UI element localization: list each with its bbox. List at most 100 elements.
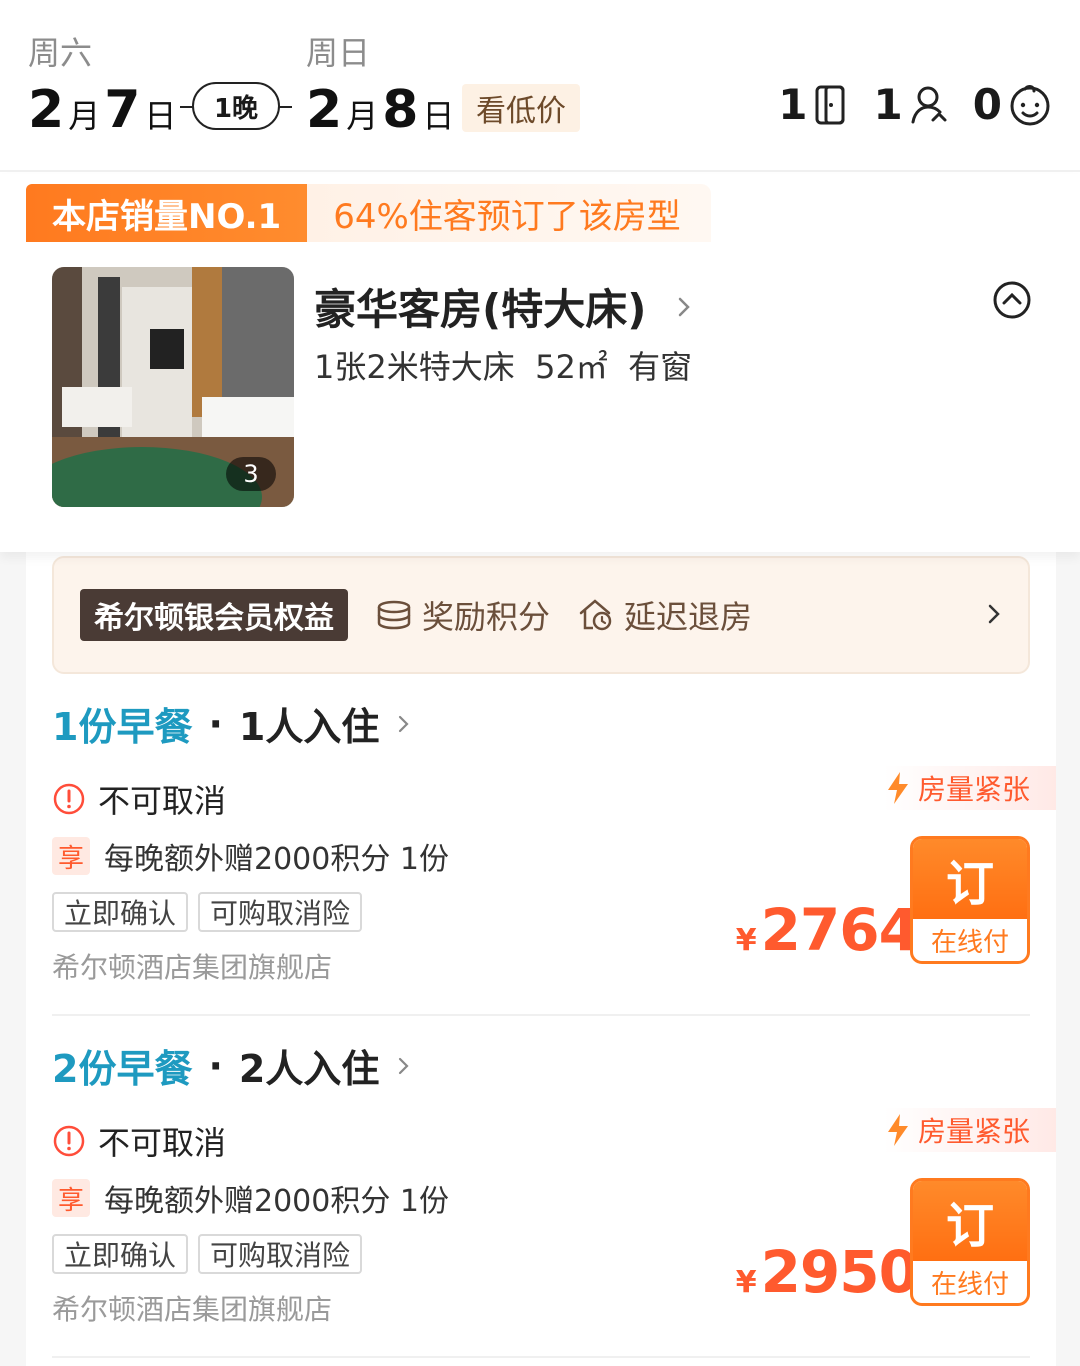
checkin-day: 7: [104, 80, 141, 140]
low-price-button[interactable]: 看低价: [462, 84, 580, 132]
person-icon: [909, 84, 949, 126]
sales-badge: 本店销量NO.1: [26, 184, 308, 242]
separator-dot: ·: [208, 701, 223, 746]
perk-reward-points: 奖励积分: [376, 592, 550, 638]
scarcity-text: 房量紧张: [917, 773, 1030, 806]
room-title: 豪华客房(特大床): [314, 285, 647, 334]
plan-guests: 2人入住: [238, 1047, 380, 1091]
bonus-points: 享 每晚额外赠2000积分 1份: [52, 834, 449, 878]
checkout-day-unit: 日: [422, 97, 455, 135]
checkout-month-unit: 月: [346, 97, 379, 135]
enjoy-tag: 享: [52, 1179, 90, 1217]
enjoy-text: 每晚额外赠2000积分 1份: [104, 1184, 449, 1219]
area-spec: 52㎡: [535, 348, 608, 386]
book-button[interactable]: 订 在线付: [910, 1178, 1030, 1306]
cancel-policy[interactable]: 不可取消: [52, 1118, 226, 1164]
rate-plans-area: 希尔顿银会员权益 奖励积分 延迟退房 1份早餐 · 1人入住 不可取消 享 每晚…: [0, 552, 1080, 1366]
bed-spec: 1张2米特大床: [314, 348, 515, 386]
cancel-text: 不可取消: [98, 782, 227, 820]
checkin-month: 2: [28, 80, 65, 140]
home-clock-icon: [579, 599, 612, 631]
price-amount: 2950: [760, 1238, 919, 1306]
vendor-name: 希尔顿酒店集团旗舰店: [52, 951, 333, 984]
nights-pill: 1晚: [192, 82, 280, 130]
room-photo[interactable]: 3: [52, 267, 294, 507]
checkout-weekday: 周日: [306, 34, 371, 72]
perk1-label: 奖励积分: [422, 598, 551, 636]
checkin-weekday: 周六: [28, 34, 93, 72]
book-label: 订: [913, 839, 1027, 919]
bonus-points: 享 每晚额外赠2000积分 1份: [52, 1176, 449, 1220]
pay-online-label: 在线付: [930, 1269, 1009, 1300]
date-header[interactable]: 周六 周日 2 月 7 日 1晚 2 月 8 日 看低价 1 1 0: [0, 0, 1080, 172]
member-tier-tag: 希尔顿银会员权益: [80, 589, 348, 641]
child-face-icon: [1008, 83, 1052, 127]
chevron-right-icon: [986, 602, 1002, 630]
alert-circle-icon: [53, 1125, 85, 1157]
separator-dot: ·: [208, 1043, 223, 1088]
lightning-icon: [887, 772, 908, 804]
nights-indicator: 1晚: [180, 82, 292, 132]
room-card[interactable]: 本店销量NO.1 64%住客预订了该房型 3 豪华客房(特大床) 1张2米特大床…: [0, 174, 1080, 552]
tag-cancel-insurance: 可购取消险: [198, 892, 363, 932]
coins-icon: [377, 600, 411, 630]
rooms-count: 1: [778, 80, 808, 129]
plan-meal: 2份早餐: [52, 1047, 193, 1091]
nights-line-right: [278, 106, 292, 108]
rate-plans-panel: 希尔顿银会员权益 奖励积分 延迟退房 1份早餐 · 1人入住 不可取消 享 每晚…: [26, 552, 1056, 1366]
chevron-right-icon: [676, 295, 692, 319]
room-badges: 本店销量NO.1 64%住客预订了该房型: [26, 184, 712, 242]
window-spec: 有窗: [628, 348, 693, 386]
booked-share-badge: 64%住客预订了该房型: [307, 184, 712, 242]
rate-plan-2[interactable]: 2份早餐 · 2人入住 不可取消 享 每晚额外赠2000积分 1份 立即确认 可…: [26, 1018, 1056, 1358]
lightning-icon: [887, 1114, 908, 1146]
plan-title[interactable]: 2份早餐 · 2人入住: [52, 1038, 411, 1093]
perk2-label: 延迟退房: [624, 598, 753, 636]
book-label: 订: [913, 1181, 1027, 1261]
member-benefits-bar[interactable]: 希尔顿银会员权益 奖励积分 延迟退房: [52, 556, 1030, 674]
tag-instant-confirm: 立即确认: [52, 892, 189, 932]
plan-title[interactable]: 1份早餐 · 1人入住: [52, 696, 411, 751]
room-specs: 1张2米特大床 52㎡ 有窗: [314, 342, 692, 388]
price: ¥ 2764: [735, 896, 919, 964]
plan-tags: 立即确认 可购取消险: [52, 892, 372, 932]
perk-late-checkout: 延迟退房: [578, 592, 752, 638]
pay-online-label: 在线付: [930, 927, 1009, 958]
checkin-day-unit: 日: [144, 97, 177, 135]
chevron-up-circle-icon[interactable]: [992, 280, 1032, 324]
checkout-month: 2: [306, 80, 343, 140]
plan-tags: 立即确认 可购取消险: [52, 1234, 372, 1274]
alert-circle-icon: [53, 783, 85, 815]
checkout-day: 8: [382, 80, 419, 140]
children-count: 0: [972, 80, 1002, 129]
plan-guests: 1人入住: [238, 705, 380, 749]
scarcity-badge: 房量紧张: [884, 1108, 1056, 1152]
divider: [52, 1014, 1030, 1016]
scarcity-text: 房量紧张: [917, 1115, 1030, 1148]
rate-plan-1[interactable]: 1份早餐 · 1人入住 不可取消 享 每晚额外赠2000积分 1份 立即确认 可…: [26, 676, 1056, 1016]
divider: [52, 1356, 1030, 1358]
plan-meal: 1份早餐: [52, 705, 193, 749]
room-title-link[interactable]: 豪华客房(特大床): [314, 276, 692, 337]
checkout-date[interactable]: 2 月 8 日: [306, 80, 458, 140]
price-amount: 2764: [760, 896, 919, 964]
cancel-policy[interactable]: 不可取消: [52, 776, 226, 822]
vendor-name: 希尔顿酒店集团旗舰店: [52, 1293, 333, 1326]
book-button[interactable]: 订 在线付: [910, 836, 1030, 964]
cancel-text: 不可取消: [98, 1124, 227, 1162]
tag-cancel-insurance: 可购取消险: [198, 1234, 363, 1274]
tag-instant-confirm: 立即确认: [52, 1234, 189, 1274]
door-icon: [814, 84, 850, 126]
checkin-date[interactable]: 2 月 7 日: [28, 80, 180, 140]
price-currency: ¥: [735, 1265, 757, 1300]
chevron-right-icon: [397, 1055, 411, 1077]
scarcity-badge: 房量紧张: [884, 766, 1056, 810]
adults-count: 1: [873, 80, 903, 129]
price-currency: ¥: [735, 923, 757, 958]
chevron-right-icon: [397, 713, 411, 735]
price: ¥ 2950: [735, 1238, 919, 1306]
guest-counts[interactable]: 1 1 0: [778, 80, 1052, 129]
enjoy-text: 每晚额外赠2000积分 1份: [104, 842, 449, 877]
enjoy-tag: 享: [52, 837, 90, 875]
checkin-month-unit: 月: [68, 97, 101, 135]
